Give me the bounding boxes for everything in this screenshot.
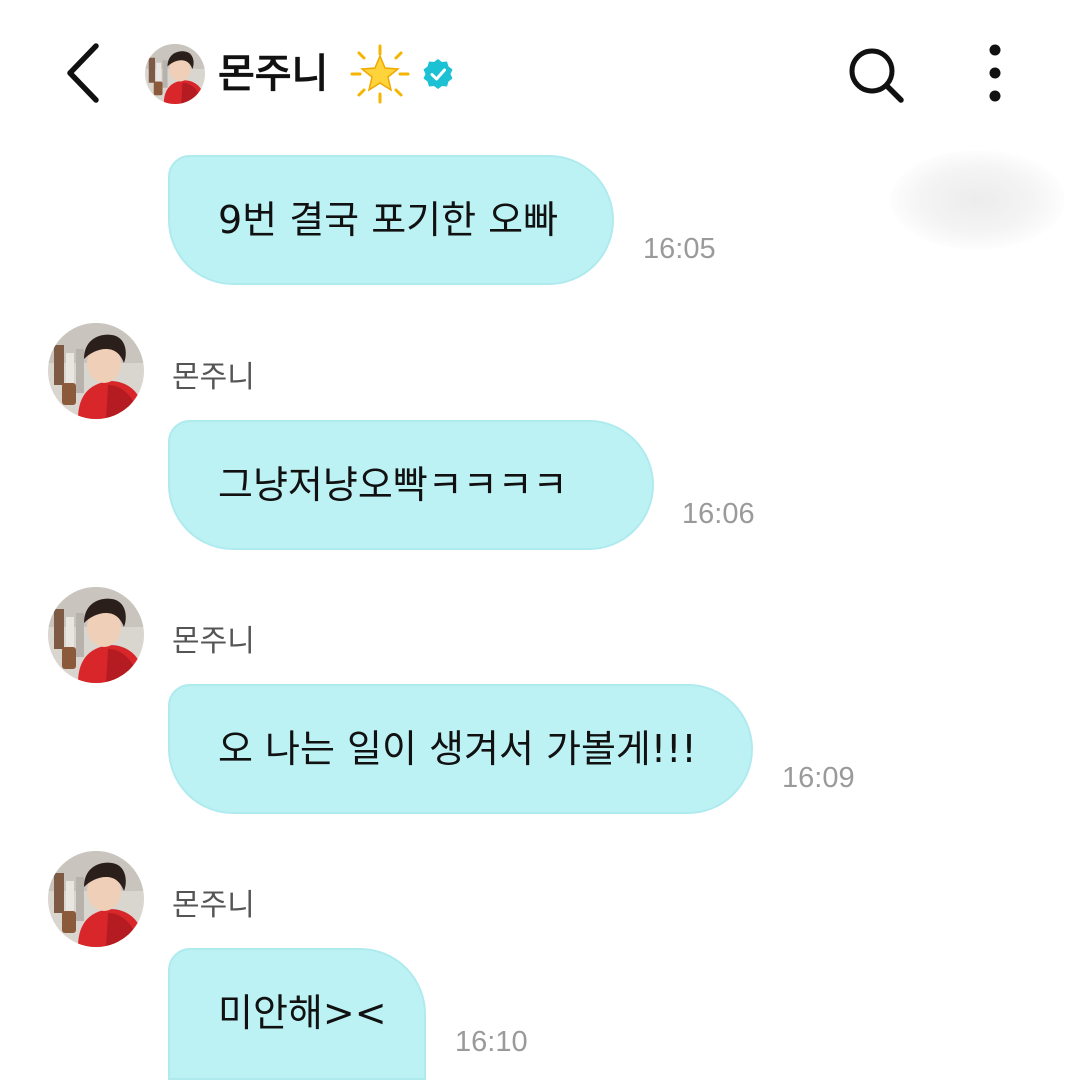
message-text: 오 나는 일이 생겨서 가볼게!!! [218, 727, 697, 771]
message-text: 미안해>< [218, 991, 387, 1035]
chevron-left-icon [67, 43, 99, 103]
message-time: 16:10 [455, 1026, 528, 1058]
chat-screen: 몬주니 9번 결국 포기한 오빠 16:05 몬주니 그냥저냥오빡ㅋㅋㅋㅋ 16… [0, 0, 1071, 1080]
message-time: 16:06 [682, 498, 755, 530]
verified-badge-icon [422, 58, 454, 90]
more-options-button[interactable] [975, 40, 1015, 106]
sender-avatar[interactable] [48, 587, 144, 683]
blurred-overlay [890, 150, 1065, 250]
sender-avatar[interactable] [48, 323, 144, 419]
message-bubble[interactable]: 미안해>< [168, 948, 426, 1080]
sender-name: 몬주니 [172, 624, 255, 659]
message-time: 16:09 [782, 762, 855, 794]
back-button[interactable] [56, 38, 112, 108]
contact-avatar[interactable] [145, 44, 205, 104]
message-bubble[interactable]: 오 나는 일이 생겨서 가볼게!!! [168, 684, 753, 814]
sender-avatar[interactable] [48, 851, 144, 947]
glowing-star-icon [350, 44, 410, 104]
message-time: 16:05 [643, 233, 716, 265]
message-bubble[interactable]: 9번 결국 포기한 오빠 [168, 155, 614, 285]
sender-name: 몬주니 [172, 888, 255, 923]
search-button[interactable] [843, 42, 909, 108]
message-text: 9번 결국 포기한 오빠 [218, 198, 559, 242]
chat-header: 몬주니 [0, 0, 1071, 140]
search-icon [849, 48, 904, 103]
more-vertical-icon [989, 44, 1001, 102]
message-text: 그냥저냥오빡ㅋㅋㅋㅋ [218, 463, 568, 507]
sender-name: 몬주니 [172, 360, 255, 395]
contact-name[interactable]: 몬주니 [218, 44, 328, 104]
message-bubble[interactable]: 그냥저냥오빡ㅋㅋㅋㅋ [168, 420, 654, 550]
